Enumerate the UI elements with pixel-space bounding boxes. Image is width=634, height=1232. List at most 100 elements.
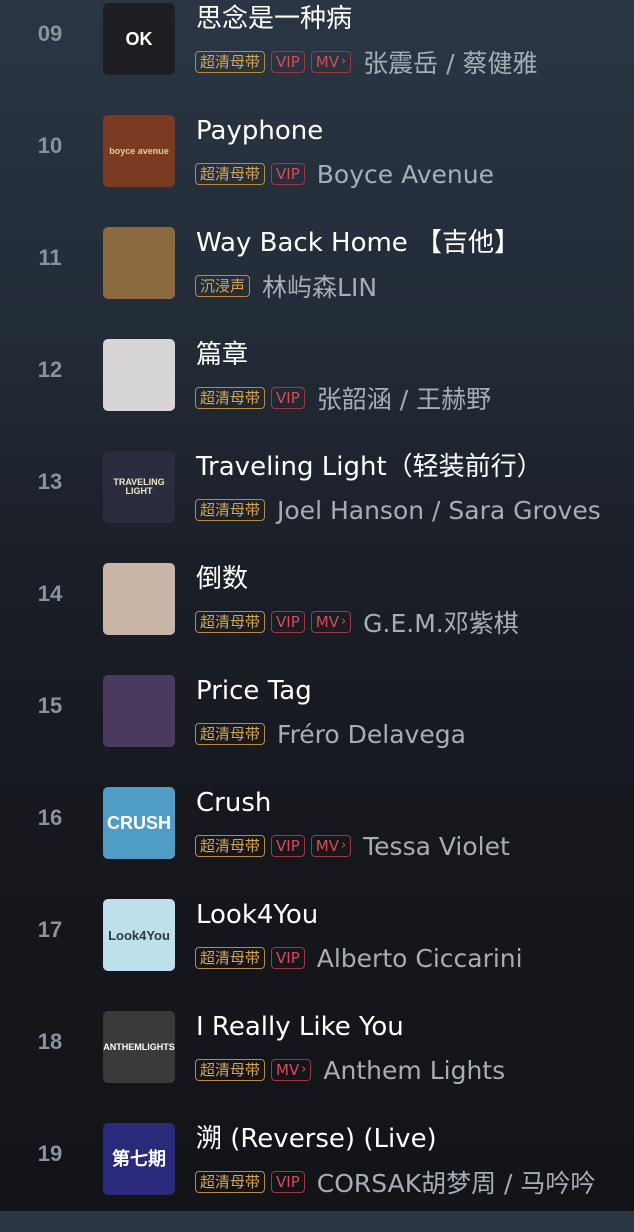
album-cover-icon[interactable]: CRUSH xyxy=(103,787,175,859)
song-artist[interactable]: 林屿森LIN xyxy=(262,268,377,304)
song-title[interactable]: 溯 (Reverse) (Live) xyxy=(196,1124,437,1154)
song-meta: 超清母带 VIP MV › 张震岳 / 蔡健雅 xyxy=(195,44,537,80)
song-meta: 超清母带 Fréro Delavega xyxy=(195,719,466,749)
song-title[interactable]: I Really Like You xyxy=(196,1012,404,1042)
tag-label: 超清母带 xyxy=(200,725,261,743)
album-cover-label xyxy=(137,373,141,377)
tag-label: MV xyxy=(315,53,339,71)
quality-badge: 超清母带 xyxy=(195,51,266,73)
album-cover-label xyxy=(137,597,141,601)
song-meta: 超清母带 VIP Boyce Avenue xyxy=(195,159,494,189)
album-cover-icon[interactable]: OK xyxy=(103,3,175,75)
quality-badge: 超清母带 xyxy=(195,387,266,409)
mv-button[interactable]: MV › xyxy=(271,1059,312,1081)
song-rank: 19 xyxy=(37,1141,63,1166)
song-artist[interactable]: Anthem Lights xyxy=(323,1056,505,1085)
song-artist[interactable]: Boyce Avenue xyxy=(317,160,494,189)
song-artist[interactable]: Joel Hanson / Sara Groves xyxy=(277,496,601,525)
song-rank: 17 xyxy=(37,917,63,942)
song-title[interactable]: Traveling Light（轻装前行） xyxy=(196,452,543,482)
tag-label: 超清母带 xyxy=(200,613,261,631)
song-title[interactable]: 篇章 xyxy=(196,340,248,370)
song-title[interactable]: 思念是一种病 xyxy=(196,4,352,34)
song-artist[interactable]: G.E.M.邓紫棋 xyxy=(363,604,519,640)
song-title[interactable]: Look4You xyxy=(196,900,318,930)
tag-label: MV xyxy=(315,837,339,855)
tag-label: 超清母带 xyxy=(200,1173,261,1191)
tag-label: MV xyxy=(315,613,339,631)
song-title[interactable]: Payphone xyxy=(196,116,323,146)
song-row[interactable]: 16 CRUSH Crush 超清母带 VIP MV › Tessa Violet xyxy=(0,784,634,896)
song-meta: 超清母带 VIP 张韶涵 / 王赫野 xyxy=(195,380,491,416)
chevron-right-icon: › xyxy=(340,614,347,629)
song-row[interactable]: 13 TRAVELING LIGHT Traveling Light（轻装前行） 超清… xyxy=(0,448,634,560)
song-row[interactable]: 19 第七期 溯 (Reverse) (Live) 超清母带 VIP CORSAK胡梦周 … xyxy=(0,1120,634,1232)
tag-label: 超清母带 xyxy=(200,1061,261,1079)
mv-button[interactable]: MV › xyxy=(310,51,352,73)
song-row[interactable]: 17 Look4You Look4You 超清母带 VIP Alberto Ciccari… xyxy=(0,896,634,1008)
song-meta: 超清母带 VIP CORSAK胡梦周 / 马吟吟 xyxy=(195,1164,596,1200)
vip-badge: VIP xyxy=(271,387,305,409)
tag-label: 超清母带 xyxy=(200,949,261,967)
song-rank: 15 xyxy=(37,693,63,718)
tag-label: VIP xyxy=(276,949,300,967)
album-cover-label: CRUSH xyxy=(106,813,171,833)
tag-label: VIP xyxy=(276,837,300,855)
song-title[interactable]: Crush xyxy=(196,788,271,818)
song-artist[interactable]: 张震岳 / 蔡健雅 xyxy=(363,44,537,80)
mv-button[interactable]: MV › xyxy=(310,611,352,633)
album-cover-icon[interactable]: Look4You xyxy=(103,899,175,971)
vip-badge: VIP xyxy=(271,163,305,185)
song-artist[interactable]: CORSAK胡梦周 / 马吟吟 xyxy=(317,1164,596,1200)
song-row[interactable]: 15 Price Tag 超清母带 Fréro Delavega xyxy=(0,672,634,784)
song-row[interactable]: 12 篇章 超清母带 VIP 张韶涵 / 王赫野 xyxy=(0,336,634,448)
song-artist[interactable]: 张韶涵 / 王赫野 xyxy=(317,380,491,416)
album-cover-icon[interactable] xyxy=(103,227,175,299)
song-rank: 14 xyxy=(37,581,63,606)
album-cover-icon[interactable]: ANTHEMLIGHTS xyxy=(103,1011,175,1083)
album-cover-icon[interactable] xyxy=(103,675,175,747)
album-cover-label xyxy=(137,261,141,265)
album-cover-icon[interactable] xyxy=(103,339,175,411)
song-list: 09 OK 思念是一种病 超清母带 VIP MV › 张震岳 / 蔡健雅 10 boyce ave… xyxy=(0,0,634,1211)
vip-badge: VIP xyxy=(271,947,305,969)
song-title[interactable]: 倒数 xyxy=(196,564,248,594)
mv-button[interactable]: MV › xyxy=(310,835,352,857)
tag-label: 超清母带 xyxy=(200,389,261,407)
song-meta: 超清母带 MV › Anthem Lights xyxy=(195,1055,505,1085)
song-meta: 超清母带 Joel Hanson / Sara Groves xyxy=(195,495,601,525)
song-row[interactable]: 10 boyce avenue Payphone 超清母带 VIP Boyce Avenu… xyxy=(0,112,634,224)
song-title[interactable]: Price Tag xyxy=(196,676,312,706)
quality-badge: 沉浸声 xyxy=(195,275,251,297)
song-artist[interactable]: Fréro Delavega xyxy=(277,720,466,749)
song-row[interactable]: 09 OK 思念是一种病 超清母带 VIP MV › 张震岳 / 蔡健雅 xyxy=(0,0,634,112)
chevron-right-icon: › xyxy=(301,1062,307,1077)
song-artist[interactable]: Alberto Ciccarini xyxy=(317,944,523,973)
tag-label: VIP xyxy=(276,613,300,631)
chevron-right-icon: › xyxy=(340,838,347,853)
song-row[interactable]: 18 ANTHEMLIGHTS I Really Like You 超清母带 MV › An… xyxy=(0,1008,634,1120)
song-rank: 11 xyxy=(38,245,62,270)
song-meta: 超清母带 VIP MV › G.E.M.邓紫棋 xyxy=(195,604,519,640)
vip-badge: VIP xyxy=(271,51,305,73)
song-meta: 超清母带 VIP MV › Tessa Violet xyxy=(195,831,510,861)
album-cover-icon[interactable]: boyce avenue xyxy=(103,115,175,187)
song-artist[interactable]: Tessa Violet xyxy=(363,832,510,861)
album-cover-label: 第七期 xyxy=(112,1149,166,1169)
quality-badge: 超清母带 xyxy=(195,163,266,185)
album-cover-icon[interactable]: 第七期 xyxy=(103,1123,175,1195)
song-rank: 16 xyxy=(37,805,63,830)
tag-label: VIP xyxy=(276,389,300,407)
song-rank: 09 xyxy=(37,21,63,46)
chevron-right-icon: › xyxy=(340,54,347,69)
album-cover-icon[interactable]: TRAVELING LIGHT xyxy=(103,451,175,523)
album-cover-icon[interactable] xyxy=(103,563,175,635)
tag-label: VIP xyxy=(276,1173,300,1191)
tag-label: 沉浸声 xyxy=(200,277,246,295)
tag-label: 超清母带 xyxy=(200,837,261,855)
song-row[interactable]: 11 Way Back Home 【吉他】沉浸声 林屿森LIN xyxy=(0,224,634,336)
tag-label: MV xyxy=(276,1061,300,1079)
song-title[interactable]: Way Back Home 【吉他】 xyxy=(196,228,520,258)
quality-badge: 超清母带 xyxy=(195,835,266,857)
song-row[interactable]: 14 倒数超清母带 VIP MV › G.E.M.邓紫棋 xyxy=(0,560,634,672)
